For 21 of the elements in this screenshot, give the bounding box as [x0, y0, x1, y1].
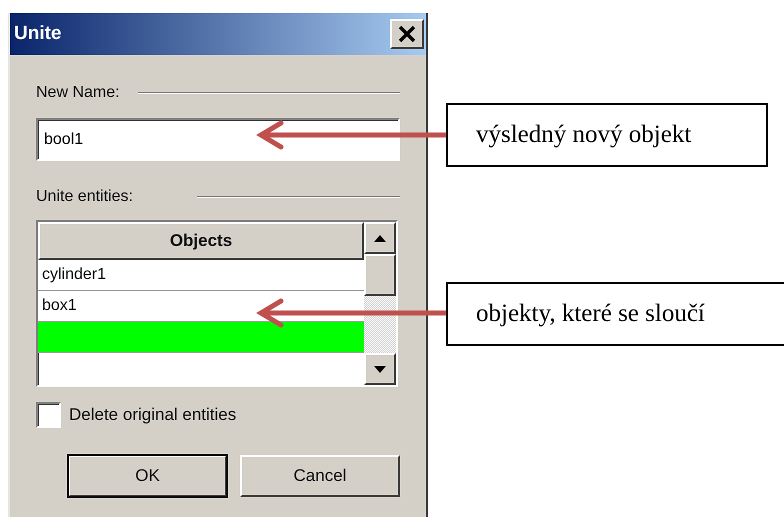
cancel-button[interactable]: Cancel	[240, 455, 400, 497]
section-label: Unite entities:	[36, 187, 133, 207]
field-label: New Name:	[36, 83, 120, 103]
callout-label: výsledný nový objekt	[446, 103, 768, 167]
scroll-up-button[interactable]	[364, 222, 396, 254]
close-button[interactable]	[390, 19, 424, 49]
checkbox-label: Delete original entities	[69, 404, 236, 426]
table-row[interactable]: box1	[38, 291, 364, 322]
window-title: Unite	[14, 22, 62, 46]
down-icon	[374, 366, 386, 372]
name-field[interactable]: bool1	[36, 118, 400, 161]
column-header[interactable]: Objects	[38, 222, 364, 260]
ok-button[interactable]: OK	[68, 455, 227, 497]
scroll-down-button[interactable]	[364, 353, 396, 385]
scrollbar[interactable]	[364, 222, 396, 385]
table-row[interactable]: cylinder1	[38, 260, 364, 291]
close-icon	[398, 25, 416, 43]
checkbox[interactable]	[36, 402, 61, 428]
up-icon	[374, 234, 386, 242]
callout-label: objekty, které se sloučí	[446, 282, 784, 346]
scroll-thumb[interactable]	[364, 254, 396, 296]
